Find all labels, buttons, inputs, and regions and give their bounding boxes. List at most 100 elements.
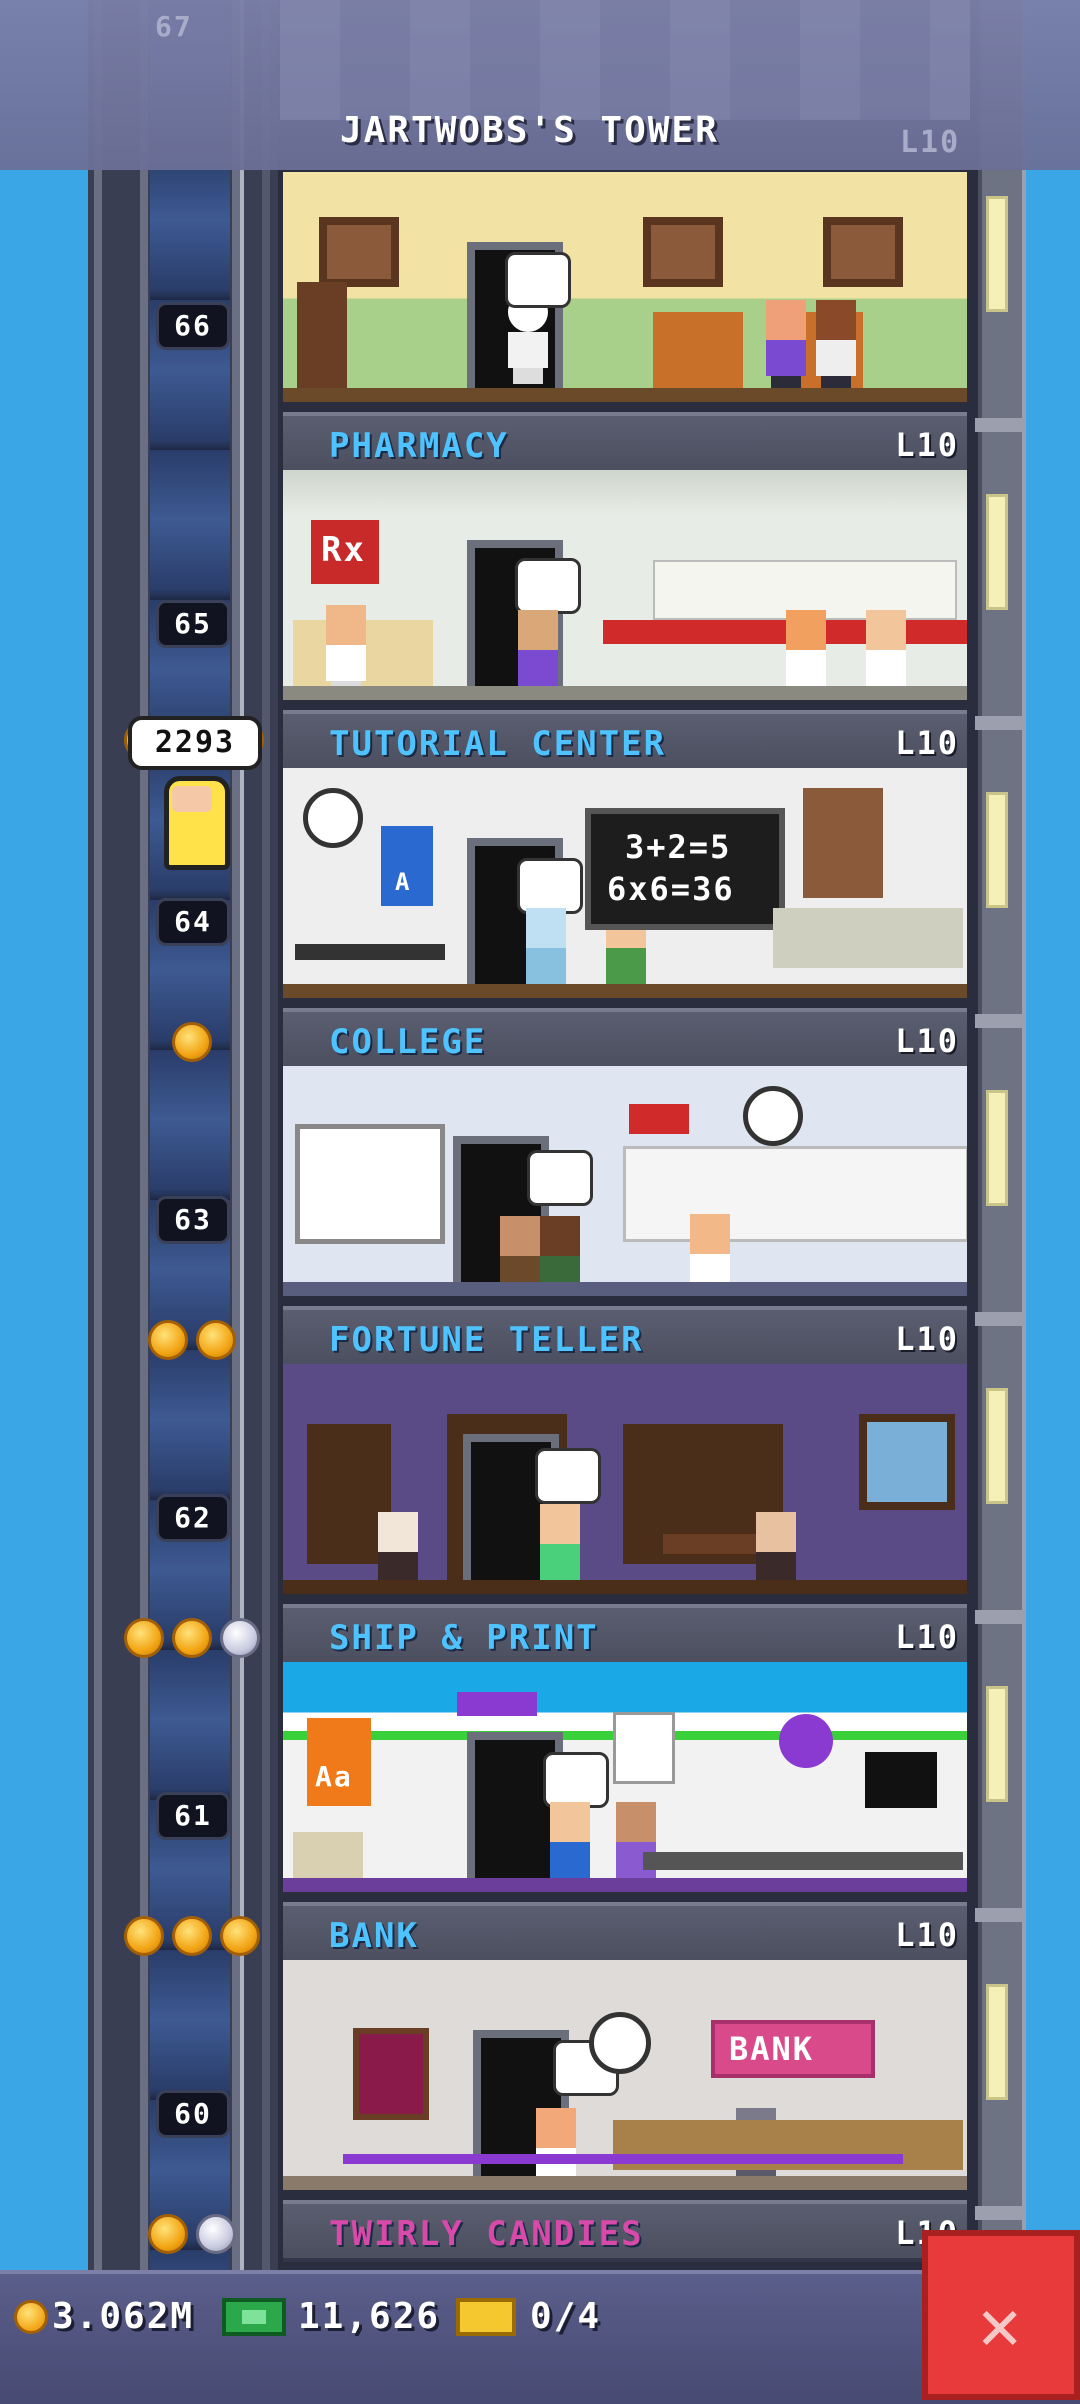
room-floor-63[interactable] (283, 1066, 967, 1296)
picture-frame (823, 217, 903, 287)
floor-label-66[interactable]: PHARMACY L10 (283, 412, 967, 478)
room-floor (283, 2176, 967, 2190)
inner-rail (262, 0, 270, 2270)
poster (613, 1712, 675, 1784)
counter (643, 1852, 963, 1870)
wall-light (986, 196, 1008, 312)
computer-desks (773, 908, 963, 968)
rail-bolt (975, 2206, 1025, 2220)
thought-bubble[interactable] (515, 558, 581, 614)
bank-chart-poster (353, 2028, 429, 2120)
thought-bubble[interactable] (535, 1448, 601, 1504)
star-icon (172, 1916, 212, 1956)
wall-light (986, 1090, 1008, 1206)
floor-label-60[interactable]: TWIRLY CANDIES L10 (283, 2200, 967, 2262)
floor-name: TUTORIAL CENTER (329, 724, 667, 764)
elevator-passenger-count[interactable]: 2293 (128, 716, 262, 770)
floor-label-61[interactable]: BANK L10 (283, 1902, 967, 1968)
floor-name: COLLEGE (329, 1022, 487, 1062)
tower-title[interactable]: JARTWOBS'S TOWER (340, 110, 719, 151)
room-floor-60[interactable]: BANK (283, 1960, 967, 2190)
rail-bolt (975, 1312, 1025, 1326)
rail-bolt (975, 1610, 1025, 1624)
room-floor (283, 1878, 967, 1892)
room-floor (283, 388, 967, 402)
resource-bar (0, 2270, 1080, 2404)
star-icon (148, 1320, 188, 1360)
room-floor-62[interactable] (283, 1364, 967, 1594)
floor-label-64[interactable]: COLLEGE L10 (283, 1008, 967, 1074)
rail-bolt (975, 1014, 1025, 1028)
tickets-amount: 0/4 (530, 2296, 602, 2337)
floor-name: TWIRLY CANDIES (329, 2214, 644, 2254)
whiteboard (295, 1124, 445, 1244)
rx-sign: Rx (311, 520, 379, 584)
chalkboard: 3+2=5 6x6=36 (585, 808, 785, 930)
elevator-operator-face (172, 786, 212, 812)
visitor[interactable] (813, 300, 859, 392)
floor-name: PHARMACY (329, 426, 509, 466)
display-board (865, 1752, 937, 1808)
floor-name: FORTUNE TELLER (329, 1320, 644, 1360)
room-floor-66[interactable] (283, 172, 967, 402)
pharmacist[interactable] (323, 605, 369, 697)
floor-level: L10 (895, 426, 959, 464)
floor-level: L10 (895, 1022, 959, 1060)
bank-sign: BANK (711, 2020, 875, 2078)
velvet-rope (343, 2154, 903, 2164)
ticket-icon (456, 2298, 516, 2336)
star-icon (220, 1618, 260, 1658)
floor-number-63: 63 (156, 1196, 230, 1244)
coins-amount: 3.062M (52, 2296, 195, 2337)
wall-light (986, 1388, 1008, 1504)
room-floor-65[interactable]: Rx (283, 470, 967, 700)
star-icon (220, 1916, 260, 1956)
paper-stack (293, 1832, 363, 1882)
floor-number-66: 66 (156, 302, 230, 350)
room-floor-64[interactable]: A 3+2=5 6x6=36 (283, 768, 967, 998)
star-icon (172, 1618, 212, 1658)
waiting-chair (653, 312, 743, 392)
picture-frame (319, 217, 399, 287)
room-wall (283, 172, 967, 402)
wall-light (986, 1686, 1008, 1802)
bux-amount: 11,626 (298, 2296, 441, 2337)
thought-bubble[interactable] (505, 252, 571, 308)
wall-light (986, 1984, 1008, 2100)
window (859, 1414, 955, 1510)
clock-icon (743, 1086, 803, 1146)
picture-frame (643, 217, 723, 287)
wall-light (986, 494, 1008, 610)
visitor[interactable] (763, 300, 809, 392)
thought-bubble[interactable] (527, 1150, 593, 1206)
floor-label-62[interactable]: SHIP & PRINT L10 (283, 1604, 967, 1670)
floor-level: L10 (895, 724, 959, 762)
thought-bubble[interactable] (517, 858, 583, 914)
close-button[interactable]: ✕ (922, 2230, 1080, 2400)
ghost-floor-level: L10 (900, 125, 961, 160)
rail-bolt (975, 418, 1025, 432)
room-floor (283, 1282, 967, 1296)
purple-sign (457, 1692, 537, 1716)
floor-number-64: 64 (156, 898, 230, 946)
floor-label-63[interactable]: FORTUNE TELLER L10 (283, 1306, 967, 1372)
floor-label-65[interactable]: TUTORIAL CENTER L10 (283, 710, 967, 776)
ghost-floor-number: 67 (155, 10, 193, 43)
room-floor (283, 1580, 967, 1594)
star-icon (172, 1022, 212, 1062)
floor-number-62: 62 (156, 1494, 230, 1542)
apple-poster: A (381, 826, 433, 906)
floor-level: L10 (895, 1916, 959, 1954)
font-sign: Aa (307, 1718, 371, 1806)
thought-bubble[interactable] (543, 1752, 609, 1808)
bux-icon (222, 2298, 286, 2336)
room-floor-61[interactable]: Aa (283, 1662, 967, 1892)
star-icon (124, 1618, 164, 1658)
rail-bolt (975, 1908, 1025, 1922)
floor-number-60: 60 (156, 2090, 230, 2138)
close-icon: ✕ (978, 2282, 1022, 2366)
ghost-floor-room (280, 0, 970, 120)
clock-icon (303, 788, 363, 848)
floor-number-65: 65 (156, 600, 230, 648)
star-icon (196, 2214, 236, 2254)
